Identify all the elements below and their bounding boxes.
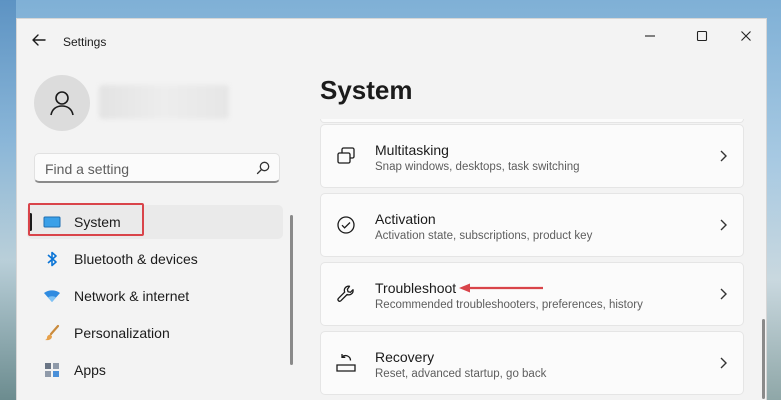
wifi-icon	[42, 286, 62, 306]
maximize-button[interactable]	[685, 25, 719, 47]
chevron-right-icon	[720, 150, 727, 162]
avatar[interactable]	[34, 75, 90, 131]
card-title: Troubleshoot	[375, 280, 457, 296]
chevron-right-icon	[720, 357, 727, 369]
apps-icon	[42, 360, 62, 380]
desktop-wallpaper	[0, 0, 16, 400]
sidebar-item-personalization[interactable]: Personalization	[27, 316, 283, 350]
search-box[interactable]	[34, 153, 280, 183]
card-multitasking[interactable]: Multitasking Snap windows, desktops, tas…	[320, 124, 744, 188]
card-subtitle: Recommended troubleshooters, preferences…	[375, 299, 643, 311]
bluetooth-icon	[42, 249, 62, 269]
sidebar-item-bluetooth[interactable]: Bluetooth & devices	[27, 242, 283, 276]
recovery-icon	[335, 352, 357, 374]
multitasking-icon	[335, 145, 357, 167]
card-subtitle: Activation state, subscriptions, product…	[375, 230, 593, 242]
card-title: Activation	[375, 211, 436, 227]
title-bar: Settings	[17, 19, 766, 59]
app-title: Settings	[63, 35, 107, 49]
user-icon	[50, 91, 74, 116]
page-title: System	[320, 75, 413, 105]
activation-check-icon	[335, 214, 357, 236]
minimize-button[interactable]	[633, 25, 667, 47]
redacted-user-info	[99, 85, 229, 119]
close-button[interactable]	[729, 25, 763, 47]
card-partial	[320, 119, 744, 123]
card-title: Recovery	[375, 349, 435, 365]
annotation-arrow	[459, 283, 543, 293]
settings-card-list: Multitasking Snap windows, desktops, tas…	[320, 124, 744, 400]
card-subtitle: Reset, advanced startup, go back	[375, 368, 547, 380]
annotation-highlight-box	[28, 203, 144, 236]
card-activation[interactable]: Activation Activation state, subscriptio…	[320, 193, 744, 257]
search-input[interactable]	[43, 159, 247, 179]
card-subtitle: Snap windows, desktops, task switching	[375, 161, 580, 173]
card-recovery[interactable]: Recovery Reset, advanced startup, go bac…	[320, 331, 744, 395]
back-button[interactable]	[27, 28, 51, 52]
sidebar-scrollbar[interactable]	[290, 215, 293, 365]
settings-window: Settings System	[16, 18, 767, 400]
sidebar-item-label: Bluetooth & devices	[74, 251, 198, 267]
search-icon[interactable]	[255, 160, 271, 176]
card-troubleshoot[interactable]: Troubleshoot Recommended troubleshooters…	[320, 262, 744, 326]
chevron-right-icon	[720, 219, 727, 231]
wrench-icon	[335, 283, 357, 305]
sidebar-item-label: Apps	[74, 362, 106, 378]
brush-icon	[42, 323, 62, 343]
sidebar-item-apps[interactable]: Apps	[27, 353, 283, 387]
close-icon	[741, 31, 751, 41]
back-arrow-icon	[32, 34, 46, 46]
sidebar-item-label: Personalization	[74, 325, 170, 341]
sidebar-item-network[interactable]: Network & internet	[27, 279, 283, 313]
main-scrollbar[interactable]	[762, 319, 765, 399]
chevron-right-icon	[720, 288, 727, 300]
sidebar-item-label: Network & internet	[74, 288, 190, 304]
card-title: Multitasking	[375, 142, 449, 158]
minimize-icon	[645, 35, 655, 37]
maximize-icon	[696, 30, 708, 42]
